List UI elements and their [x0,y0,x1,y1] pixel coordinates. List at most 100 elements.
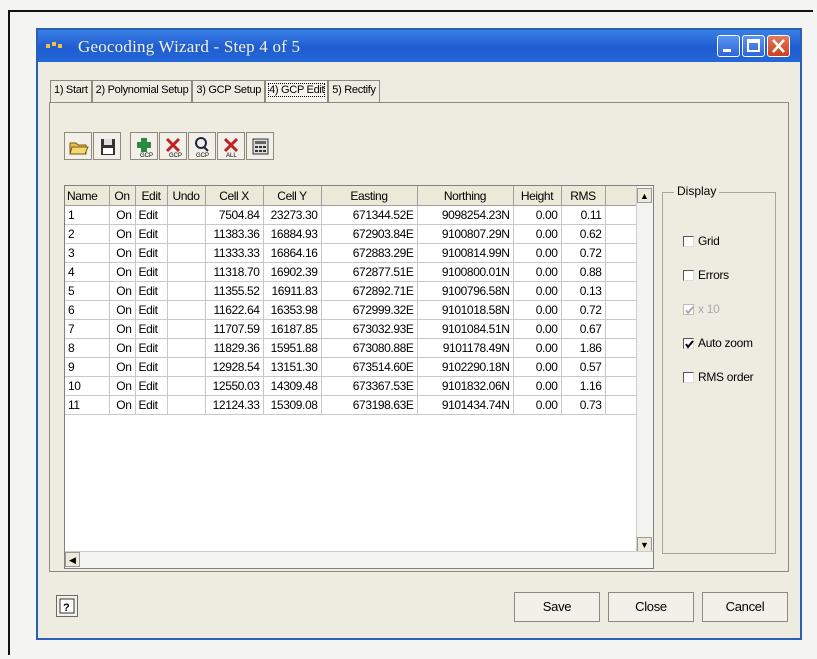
col-easting[interactable]: Easting [321,186,418,206]
cell-undo[interactable] [167,243,206,263]
table-row[interactable]: 4 On Edit 11318.70 16902.39 672877.51E 9100800… [65,262,637,282]
grid-checkbox-box[interactable] [683,235,694,247]
cell-on[interactable]: On [109,338,136,358]
help-button[interactable]: ? [56,595,78,617]
col-undo[interactable]: Undo [167,186,206,206]
cell-edit[interactable]: Edit [135,262,168,282]
save-button[interactable]: Save [514,592,600,622]
calculator-icon [252,138,269,155]
cell-undo[interactable] [167,357,206,377]
minimize-button[interactable] [717,35,740,57]
cell-cell-x: 11355.52 [205,281,264,301]
col-name[interactable]: Name [65,186,110,206]
errors-checkbox-box[interactable] [683,269,694,281]
scroll-up-button[interactable]: ▲ [637,188,652,203]
cell-on[interactable]: On [109,262,136,282]
cell-filler [605,376,637,396]
cell-on[interactable]: On [109,300,136,320]
maximize-button[interactable] [742,35,765,57]
close-button[interactable]: Close [608,592,694,622]
cell-filler [605,224,637,244]
table-row[interactable]: 1 On Edit 7504.84 23273.30 671344.52E 9098254.… [65,205,637,225]
cell-on[interactable]: On [109,243,136,263]
open-button[interactable] [64,132,92,160]
table-row[interactable]: 3 On Edit 11333.33 16864.16 672883.29E 9100814… [65,243,637,263]
vertical-scrollbar[interactable]: ▲ ▼ [636,186,653,552]
cell-on[interactable]: On [109,376,136,396]
cell-undo[interactable] [167,338,206,358]
scroll-left-button[interactable]: ◀ [65,552,80,567]
rms-order-checkbox-box[interactable] [683,371,694,383]
table-row[interactable]: 5 On Edit 11355.52 16911.83 672892.71E 9100796… [65,281,637,301]
rms-order-checkbox[interactable]: RMS order [683,370,754,384]
tab-polynomial-setup[interactable]: 2) Polynomial Setup [91,80,193,102]
cell-undo[interactable] [167,262,206,282]
col-northing[interactable]: Northing [417,186,514,206]
cell-edit[interactable]: Edit [135,243,168,263]
tab-start[interactable]: 1) Start [50,80,92,102]
cell-undo[interactable] [167,205,206,225]
col-rms[interactable]: RMS [561,186,606,206]
cell-name: 1 [65,205,110,225]
cell-cell-x: 11383.36 [205,224,264,244]
col-cell-y[interactable]: Cell Y [263,186,322,206]
cell-filler [605,395,637,415]
title-bar[interactable]: Geocoding Wizard - Step 4 of 5 [38,30,800,62]
cell-on[interactable]: On [109,395,136,415]
cell-edit[interactable]: Edit [135,224,168,244]
cell-undo[interactable] [167,376,206,396]
frame-left [8,10,10,655]
cancel-button[interactable]: Cancel [702,592,788,622]
cell-edit[interactable]: Edit [135,319,168,339]
errors-checkbox[interactable]: Errors [683,268,729,282]
col-edit[interactable]: Edit [135,186,168,206]
cell-edit[interactable]: Edit [135,281,168,301]
cell-on[interactable]: On [109,281,136,301]
cell-edit[interactable]: Edit [135,338,168,358]
cell-edit[interactable]: Edit [135,376,168,396]
cell-on[interactable]: On [109,357,136,377]
scroll-down-button[interactable]: ▼ [637,537,652,552]
table-row[interactable]: 2 On Edit 11383.36 16884.93 672903.84E 9100807… [65,224,637,244]
gcp-table[interactable]: Name On Edit Undo Cell X Cell Y Easting … [64,185,654,569]
col-cell-x[interactable]: Cell X [205,186,264,206]
cell-undo[interactable] [167,319,206,339]
auto-zoom-checkbox-box[interactable] [683,337,694,349]
col-on[interactable]: On [109,186,136,206]
cell-undo[interactable] [167,300,206,320]
tab-rectify[interactable]: 5) Rectify [328,80,380,102]
grid-checkbox[interactable]: Grid [683,234,720,248]
cell-on[interactable]: On [109,205,136,225]
close-window-button[interactable] [767,35,790,57]
help-icon: ? [59,598,75,614]
add-gcp-button[interactable]: GCP [130,132,158,160]
col-height[interactable]: Height [513,186,562,206]
delete-all-button[interactable]: ALL [217,132,245,160]
table-row[interactable]: 9 On Edit 12928.54 13151.30 673514.60E 9102290… [65,357,637,377]
cell-undo[interactable] [167,395,206,415]
cell-edit[interactable]: Edit [135,357,168,377]
table-row[interactable]: 6 On Edit 11622.64 16353.98 672999.32E 9101018… [65,300,637,320]
window-title: Geocoding Wizard - Step 4 of 5 [78,37,301,56]
table-row[interactable]: 8 On Edit 11829.36 15951.88 673080.88E 9101178… [65,338,637,358]
delete-all-icon: ALL [223,137,239,158]
tab-gcp-edit[interactable]: 4) GCP Edit [265,80,329,102]
auto-zoom-checkbox[interactable]: Auto zoom [683,336,753,350]
horizontal-scrollbar[interactable]: ◀ ▶ [65,551,653,568]
table-row[interactable]: 7 On Edit 11707.59 16187.85 673032.93E 9101084… [65,319,637,339]
cell-on[interactable]: On [109,224,136,244]
cell-on[interactable]: On [109,319,136,339]
calculator-button[interactable] [246,132,274,160]
save-points-button[interactable] [93,132,121,160]
table-row[interactable]: 10 On Edit 12550.03 14309.48 673367.53E 910183… [65,376,637,396]
tab-gcp-setup[interactable]: 3) GCP Setup [192,80,266,102]
cell-edit[interactable]: Edit [135,395,168,415]
gcp-toolbar: GCP GCP GCP ALL [64,132,275,164]
cell-edit[interactable]: Edit [135,205,168,225]
cell-undo[interactable] [167,281,206,301]
cell-edit[interactable]: Edit [135,300,168,320]
table-row[interactable]: 11 On Edit 12124.33 15309.08 673198.63E 910143… [65,395,637,415]
delete-gcp-button[interactable]: GCP [159,132,187,160]
find-gcp-button[interactable]: GCP [188,132,216,160]
cell-undo[interactable] [167,224,206,244]
